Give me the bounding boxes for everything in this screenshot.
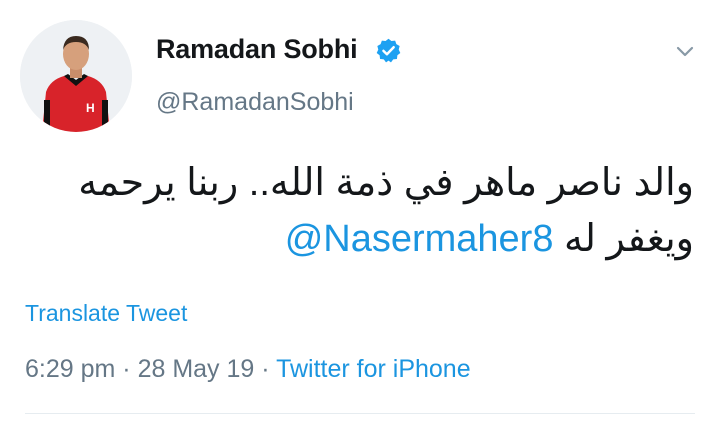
tweet-source-link[interactable]: Twitter for iPhone xyxy=(276,355,471,383)
divider xyxy=(25,413,695,414)
user-handle[interactable]: @RamadanSobhi xyxy=(156,88,354,117)
meta-separator: · xyxy=(254,355,277,383)
meta-separator: · xyxy=(115,355,138,383)
player-avatar-icon: H xyxy=(20,20,132,132)
translate-tweet-link[interactable]: Translate Tweet xyxy=(25,300,187,327)
tweet-text-line-2-prefix: ويغفر له xyxy=(553,218,694,260)
tweet-metadata: 6:29 pm · 28 May 19 · Twitter for iPhone xyxy=(25,355,471,384)
tweet-text-line-2: ويغفر له @Nasermaher8 xyxy=(54,211,694,267)
tweet-card: H Ramadan Sobhi @RamadanSobhi والد ناصر … xyxy=(0,0,720,428)
svg-text:H: H xyxy=(86,101,95,115)
display-name[interactable]: Ramadan Sobhi xyxy=(156,34,358,65)
chevron-down-icon[interactable] xyxy=(674,40,696,62)
mention-link[interactable]: @Nasermaher8 xyxy=(285,218,554,260)
tweet-time[interactable]: 6:29 pm xyxy=(25,355,115,383)
verified-badge-icon xyxy=(375,37,402,64)
avatar[interactable]: H xyxy=(20,20,132,132)
tweet-text-line-1: والد ناصر ماهر في ذمة الله.. ربنا يرحمه xyxy=(78,162,694,204)
tweet-date[interactable]: 28 May 19 xyxy=(138,355,255,383)
tweet-text: والد ناصر ماهر في ذمة الله.. ربنا يرحمه … xyxy=(54,155,694,267)
